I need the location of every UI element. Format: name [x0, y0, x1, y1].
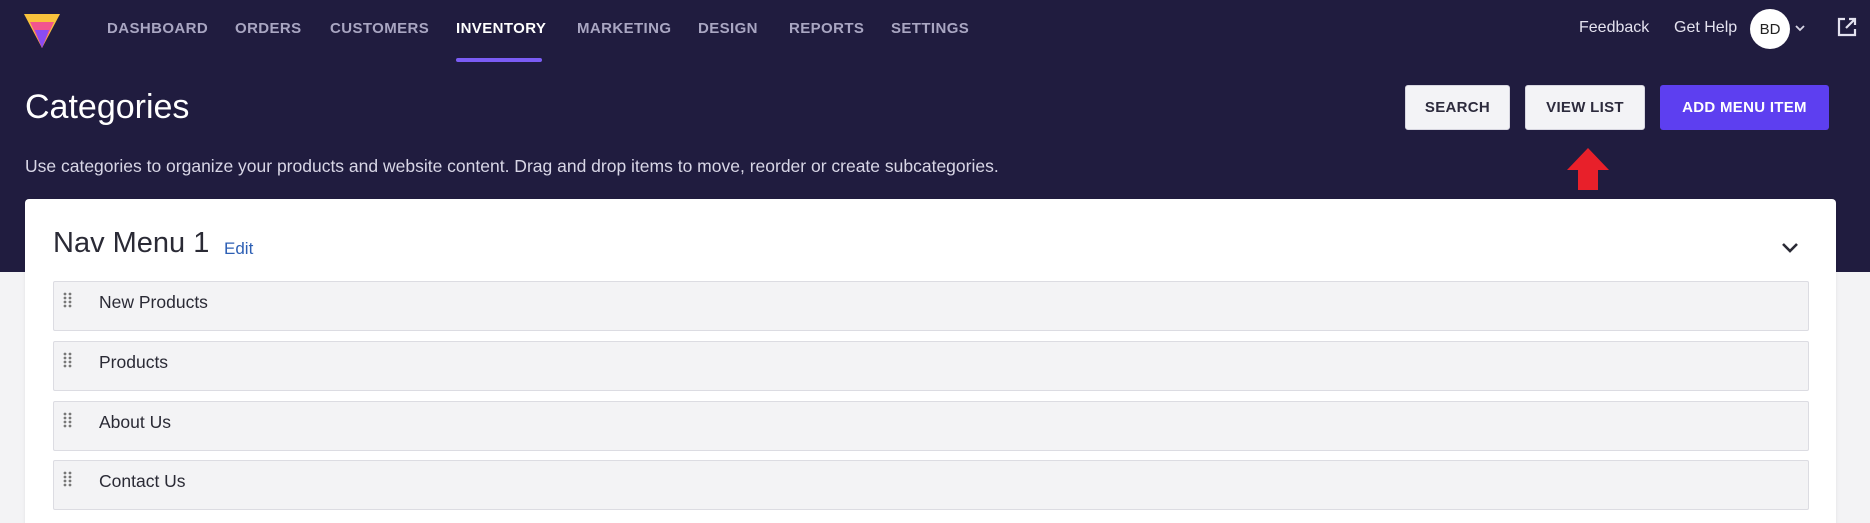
menu-item-row[interactable]: Contact Us [53, 460, 1809, 510]
drag-handle-icon[interactable] [63, 471, 73, 487]
nav-design[interactable]: DESIGN [698, 20, 758, 37]
view-list-button[interactable]: VIEW LIST [1525, 85, 1645, 130]
chevron-down-icon[interactable] [1794, 22, 1806, 34]
drag-handle-icon[interactable] [63, 292, 73, 308]
search-button[interactable]: SEARCH [1405, 85, 1510, 130]
drag-handle-icon[interactable] [63, 352, 73, 368]
feedback-link[interactable]: Feedback [1579, 19, 1649, 37]
page-description: Use categories to organize your products… [25, 156, 999, 176]
menu-title: Nav Menu 1 [53, 227, 210, 259]
top-navigation: DASHBOARD ORDERS CUSTOMERS INVENTORY MAR… [0, 0, 1870, 62]
nav-dashboard[interactable]: DASHBOARD [107, 20, 208, 37]
nav-marketing[interactable]: MARKETING [577, 20, 671, 37]
nav-orders[interactable]: ORDERS [235, 20, 302, 37]
menu-item-row[interactable]: Products [53, 341, 1809, 391]
menu-item-label: Contact Us [99, 471, 186, 491]
arrow-up-icon [1567, 148, 1609, 190]
active-tab-indicator [456, 58, 542, 62]
menu-item-row[interactable]: About Us [53, 401, 1809, 451]
nav-menu-card: Nav Menu 1 Edit New Products Products Ab… [25, 199, 1836, 523]
user-avatar[interactable]: BD [1750, 9, 1790, 49]
menu-item-label: New Products [99, 292, 208, 312]
get-help-link[interactable]: Get Help [1674, 19, 1737, 37]
page-title: Categories [25, 88, 190, 126]
menu-item-row[interactable]: New Products [53, 281, 1809, 331]
edit-menu-link[interactable]: Edit [224, 239, 253, 259]
chevron-down-icon[interactable] [1779, 236, 1801, 258]
menu-item-label: About Us [99, 412, 171, 432]
nav-settings[interactable]: SETTINGS [891, 20, 969, 37]
nav-customers[interactable]: CUSTOMERS [330, 20, 429, 37]
drag-handle-icon[interactable] [63, 412, 73, 428]
menu-item-label: Products [99, 352, 169, 372]
logo-icon[interactable] [22, 8, 62, 52]
nav-inventory[interactable]: INVENTORY [456, 20, 546, 37]
add-menu-item-button[interactable]: ADD MENU ITEM [1660, 85, 1829, 130]
nav-reports[interactable]: REPORTS [789, 20, 864, 37]
external-link-icon[interactable] [1836, 16, 1858, 38]
